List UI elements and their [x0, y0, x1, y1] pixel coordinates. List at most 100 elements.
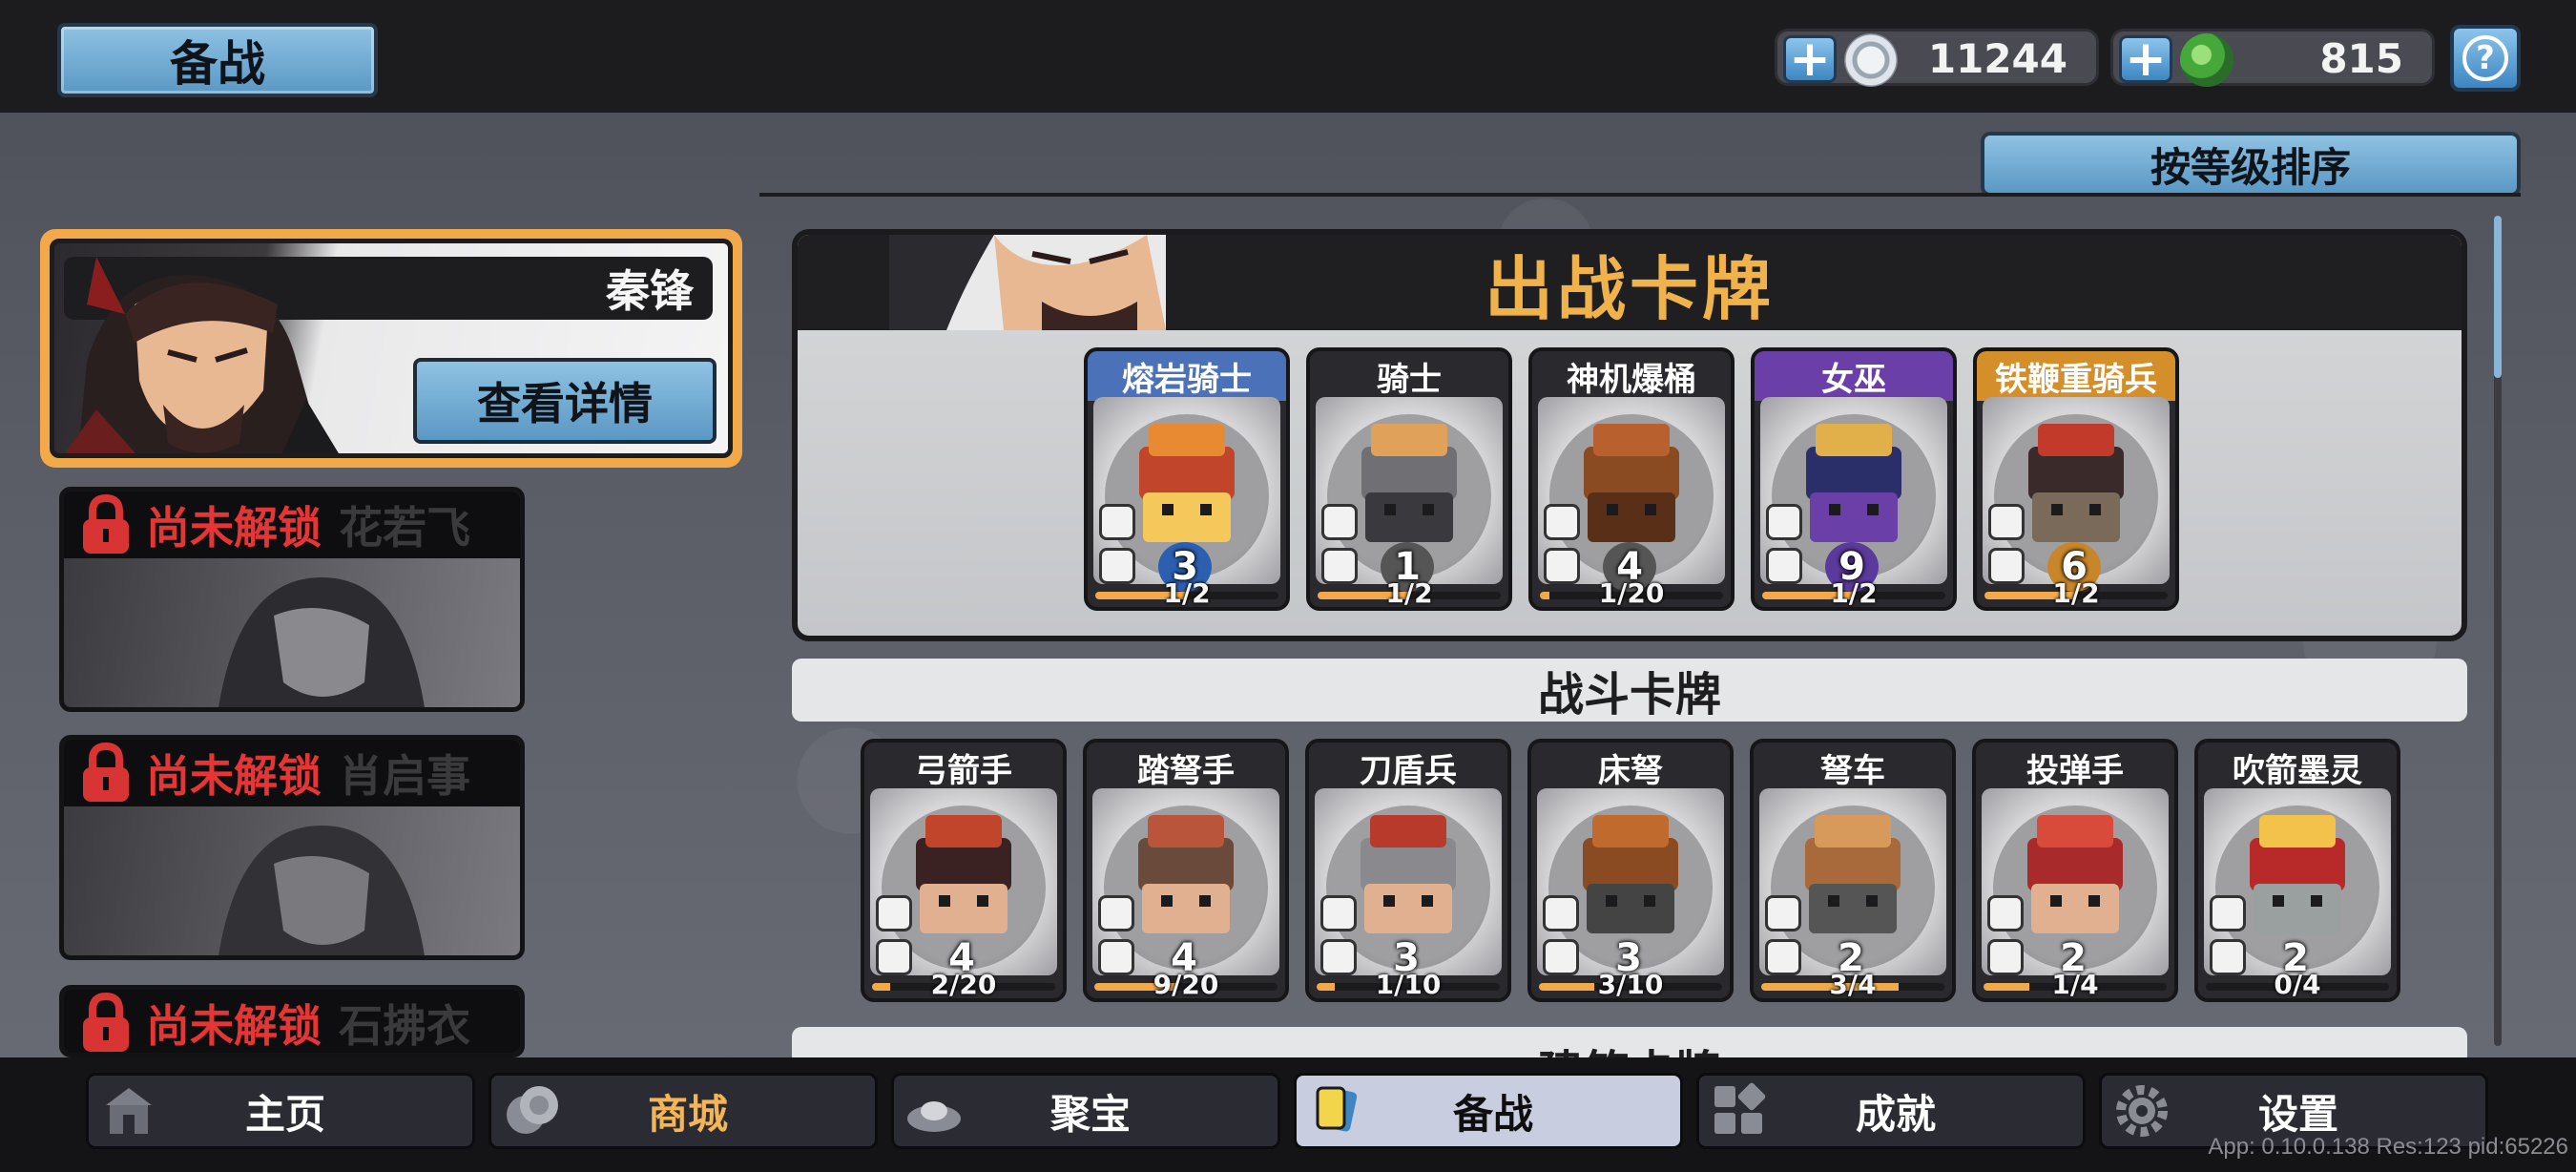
unit-trait-icon — [2210, 895, 2246, 931]
unit-card-count: 2/20 — [930, 969, 997, 1000]
unit-card-count: 3/10 — [1597, 969, 1664, 1000]
unit-card-name: 吹箭墨灵 — [2233, 751, 2362, 790]
hero-card-locked[interactable]: 尚未解锁 石拂衣 — [59, 985, 525, 1057]
lock-icon — [83, 993, 129, 1052]
jade-currency: + 815 — [2110, 29, 2435, 87]
unit-trait-icon — [1320, 895, 1357, 931]
unit-card[interactable]: 吹箭墨灵 2 0/4 — [2194, 739, 2400, 1002]
unit-card-count: 1/4 — [2051, 969, 2099, 1000]
unit-trait-icon — [1099, 504, 1135, 540]
unit-card[interactable]: 神机爆桶 4 1/20 — [1528, 347, 1735, 611]
unit-trait-icon — [1766, 504, 1802, 540]
page-title: 备战 — [57, 23, 378, 97]
silver-coin-icon — [1844, 33, 1898, 87]
unit-trait-icon — [1544, 504, 1580, 540]
nav-label: 主页 — [244, 1090, 325, 1138]
nav-label: 设置 — [2257, 1090, 2338, 1138]
add-jade-button[interactable]: + — [2119, 34, 2172, 84]
unit-card-name: 刀盾兵 — [1360, 751, 1457, 790]
unit-card-count: 1/2 — [1163, 577, 1211, 609]
unit-card-name: 弩车 — [1820, 751, 1885, 790]
unit-card-count: 9/20 — [1153, 969, 1219, 1000]
battle-cards-header: 战斗卡牌 — [792, 659, 2467, 722]
locked-bar: 尚未解锁 石拂衣 — [64, 990, 520, 1053]
unit-card-count: 3/4 — [1829, 969, 1877, 1000]
nav-home[interactable]: 主页 — [86, 1073, 475, 1149]
locked-hero-portrait-icon — [218, 577, 425, 707]
unit-card[interactable]: 骑士 1 1/2 — [1306, 347, 1512, 611]
nav-label: 备战 — [1452, 1090, 1533, 1138]
unit-trait-icon — [1321, 504, 1358, 540]
unit-card[interactable]: 踏弩手 4 9/20 — [1083, 739, 1289, 1002]
unit-card-count: 1/2 — [2052, 577, 2100, 609]
unit-trait-icon — [1098, 895, 1134, 931]
shop-coins-icon — [507, 1086, 558, 1134]
lock-icon — [83, 494, 129, 554]
locked-bar: 尚未解锁 肖启事 — [64, 740, 520, 806]
unit-trait-icon — [1543, 895, 1579, 931]
home-icon — [106, 1088, 152, 1134]
unit-card-name: 床弩 — [1598, 751, 1663, 790]
nav-label: 聚宝 — [1049, 1090, 1131, 1138]
nav-shop[interactable]: 商城 — [488, 1073, 878, 1149]
nav-achievements[interactable]: 成就 — [1696, 1073, 2086, 1149]
add-silver-button[interactable]: + — [1783, 34, 1837, 84]
locked-bar: 尚未解锁 花若飞 — [64, 492, 520, 558]
treasure-bowl-icon — [907, 1101, 961, 1132]
deploy-header: 出战卡牌 — [798, 235, 2462, 330]
top-bar: 备战 + 11244 + 815 ? — [0, 0, 2576, 113]
view-details-button[interactable]: 查看详情 — [413, 358, 717, 444]
divider — [759, 193, 2521, 197]
help-button[interactable]: ? — [2450, 25, 2521, 92]
locked-status: 尚未解锁 — [146, 502, 322, 554]
unit-card[interactable]: 女巫 9 1/2 — [1751, 347, 1957, 611]
cards-icon — [1316, 1086, 1358, 1132]
locked-hero-name: 肖启事 — [339, 750, 470, 802]
unit-card-count: 1/2 — [1830, 577, 1878, 609]
unit-card-count: 1/10 — [1375, 969, 1442, 1000]
hero-card-locked[interactable]: 尚未解锁 花若飞 — [59, 487, 525, 712]
scrollbar-thumb[interactable] — [2494, 216, 2502, 378]
unit-card-name: 踏弩手 — [1137, 751, 1235, 790]
unit-trait-icon — [876, 895, 912, 931]
gear-icon — [2116, 1085, 2168, 1137]
unit-card-name: 骑士 — [1310, 351, 1508, 401]
locked-hero-portrait-icon — [218, 826, 425, 955]
unit-card[interactable]: 弓箭手 4 2/20 — [861, 739, 1067, 1002]
unit-card[interactable]: 熔岩骑士 3 1/2 — [1084, 347, 1290, 611]
unit-trait-icon — [1987, 895, 2024, 931]
locked-status: 尚未解锁 — [146, 1000, 322, 1052]
hero-card-selected[interactable]: 秦锋 查看详情 — [40, 229, 742, 468]
unit-card-name: 女巫 — [1755, 351, 1953, 401]
unit-card[interactable]: 弩车 2 3/4 — [1750, 739, 1956, 1002]
unit-card[interactable]: 铁鞭重骑兵 6 1/2 — [1973, 347, 2179, 611]
unit-card-count: 0/4 — [2274, 969, 2321, 1000]
locked-status: 尚未解锁 — [146, 750, 322, 802]
unit-card-name: 投弹手 — [2026, 751, 2124, 790]
lock-icon — [83, 743, 129, 802]
nav-treasure[interactable]: 聚宝 — [891, 1073, 1280, 1149]
unit-trait-icon — [1988, 504, 2025, 540]
nav-label: 商城 — [647, 1090, 728, 1138]
jade-gem-icon — [2180, 33, 2233, 87]
unit-card-name: 熔岩骑士 — [1088, 351, 1286, 401]
unit-card-name: 弓箭手 — [915, 751, 1012, 790]
question-icon: ? — [2462, 35, 2508, 81]
unit-card[interactable]: 投弹手 2 1/4 — [1972, 739, 2178, 1002]
unit-card-name: 神机爆桶 — [1532, 351, 1731, 401]
nav-battle-prep[interactable]: 备战 — [1294, 1073, 1683, 1149]
sort-by-level-button[interactable]: 按等级排序 — [1981, 132, 2521, 197]
hero-portrait-icon — [65, 257, 339, 453]
unit-card-count: 1/20 — [1598, 577, 1665, 609]
locked-hero-name: 石拂衣 — [339, 1000, 470, 1052]
scrollbar[interactable] — [2494, 216, 2502, 1046]
hero-card-inner: 秦锋 查看详情 — [50, 239, 733, 458]
achievement-grid-icon — [1714, 1082, 1766, 1134]
hero-card-locked[interactable]: 尚未解锁 肖启事 — [59, 735, 525, 960]
unit-card-count: 1/2 — [1385, 577, 1433, 609]
silver-amount: 11244 — [1927, 34, 2067, 82]
locked-hero-name: 花若飞 — [339, 502, 470, 554]
bottom-nav: 主页 商城 聚宝 备战 成就 设置 — [0, 1057, 2576, 1172]
unit-card[interactable]: 刀盾兵 3 1/10 — [1305, 739, 1511, 1002]
unit-card[interactable]: 床弩 3 3/10 — [1527, 739, 1734, 1002]
